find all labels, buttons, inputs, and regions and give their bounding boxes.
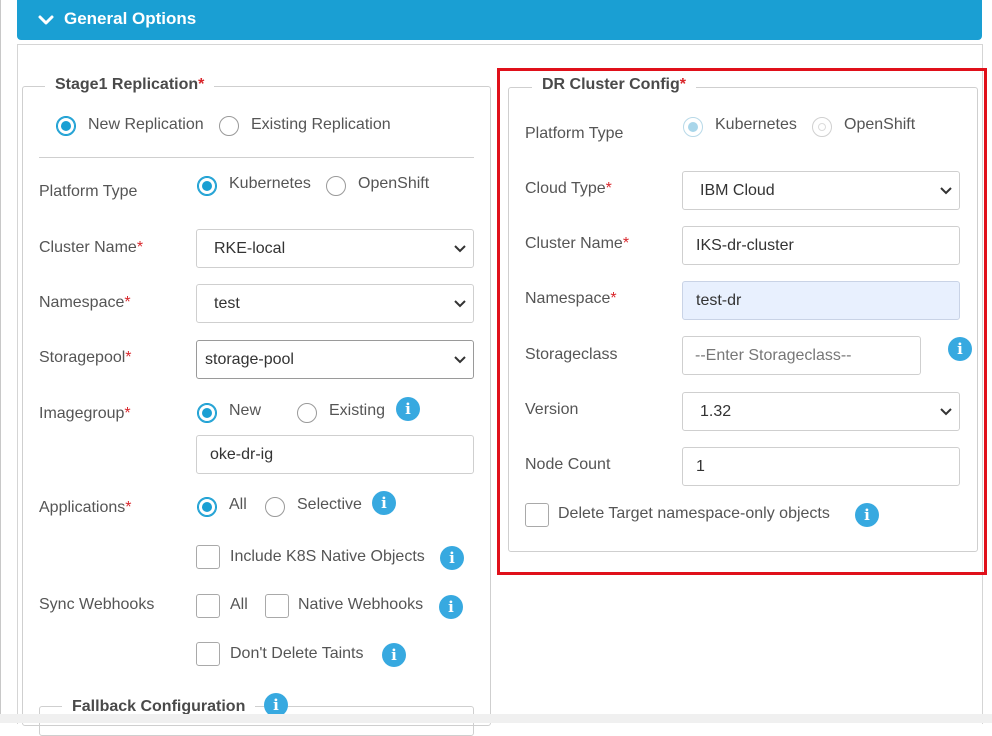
- cluster-name-label: Cluster Name*: [39, 239, 143, 257]
- divider: [39, 157, 474, 158]
- applications-selective-radio[interactable]: [265, 497, 285, 517]
- applications-label-text: Applications: [39, 499, 126, 516]
- dont-delete-taints-label: Don't Delete Taints: [230, 645, 364, 662]
- required-marker: *: [198, 76, 205, 93]
- imagegroup-input[interactable]: oke-dr-ig: [196, 435, 474, 474]
- chevron-down-icon: [38, 15, 54, 25]
- info-icon[interactable]: i: [382, 643, 406, 667]
- applications-selective-label: Selective: [297, 496, 362, 513]
- general-options-header[interactable]: General Options: [17, 0, 982, 40]
- cluster-name-label-text: Cluster Name: [39, 239, 137, 256]
- kubernetes-label: Kubernetes: [229, 175, 311, 192]
- applications-all-radio[interactable]: [197, 497, 217, 517]
- imagegroup-new-label: New: [229, 402, 262, 419]
- required-marker: *: [136, 239, 144, 256]
- bottom-scroll-area: [0, 714, 992, 723]
- existing-replication-label: Existing Replication: [251, 116, 391, 133]
- required-marker: *: [125, 499, 132, 516]
- storagepool-select[interactable]: storage-pool: [196, 340, 474, 379]
- new-replication-label: New Replication: [88, 116, 204, 133]
- new-replication-radio[interactable]: [56, 116, 76, 136]
- caret-down-icon: [454, 300, 466, 308]
- openshift-label: OpenShift: [358, 175, 430, 192]
- info-icon[interactable]: i: [439, 595, 463, 619]
- info-icon[interactable]: i: [372, 491, 396, 515]
- required-marker: *: [125, 349, 132, 366]
- window-edge: [0, 0, 1, 723]
- native-webhooks-label: Native Webhooks: [298, 596, 424, 613]
- include-native-label: Include K8S Native Objects: [230, 548, 425, 565]
- stage1-legend: Stage1 Replication*: [45, 76, 215, 94]
- sync-webhooks-label: Sync Webhooks: [39, 596, 155, 613]
- namespace-label-text: Namespace: [39, 294, 125, 311]
- section-title: General Options: [64, 9, 197, 28]
- applications-label: Applications*: [39, 499, 132, 517]
- dont-delete-taints-checkbox[interactable]: [196, 642, 220, 666]
- cluster-name-value: RKE-local: [214, 240, 286, 257]
- webhooks-all-checkbox[interactable]: [196, 594, 220, 618]
- highlight-box: [497, 68, 987, 575]
- imagegroup-value: oke-dr-ig: [210, 446, 274, 463]
- caret-down-icon: [454, 245, 466, 253]
- storagepool-label: Storagepool*: [39, 349, 132, 367]
- required-marker: *: [124, 294, 131, 311]
- webhooks-all-label: All: [230, 596, 248, 613]
- applications-all-label: All: [229, 496, 247, 513]
- include-native-checkbox[interactable]: [196, 545, 220, 569]
- native-webhooks-checkbox[interactable]: [265, 594, 289, 618]
- imagegroup-label-text: Imagegroup: [39, 405, 125, 422]
- imagegroup-existing-radio[interactable]: [297, 403, 317, 423]
- storagepool-label-text: Storagepool: [39, 349, 126, 366]
- existing-replication-radio[interactable]: [219, 116, 239, 136]
- platform-type-label: Platform Type: [39, 183, 138, 200]
- stage1-legend-text: Stage1 Replication: [55, 76, 199, 93]
- kubernetes-radio[interactable]: [197, 176, 217, 196]
- namespace-select[interactable]: test: [196, 284, 474, 323]
- caret-down-icon: [454, 356, 466, 364]
- namespace-value: test: [214, 295, 240, 312]
- openshift-radio[interactable]: [326, 176, 346, 196]
- imagegroup-new-radio[interactable]: [197, 403, 217, 423]
- cluster-name-select[interactable]: RKE-local: [196, 229, 474, 268]
- imagegroup-label: Imagegroup*: [39, 405, 131, 423]
- info-icon[interactable]: i: [440, 546, 464, 570]
- info-icon[interactable]: i: [396, 397, 420, 421]
- namespace-label: Namespace*: [39, 294, 131, 312]
- storagepool-value: storage-pool: [205, 351, 294, 368]
- imagegroup-existing-label: Existing: [329, 402, 386, 419]
- fallback-legend-text: Fallback Configuration: [72, 698, 246, 715]
- required-marker: *: [124, 405, 131, 422]
